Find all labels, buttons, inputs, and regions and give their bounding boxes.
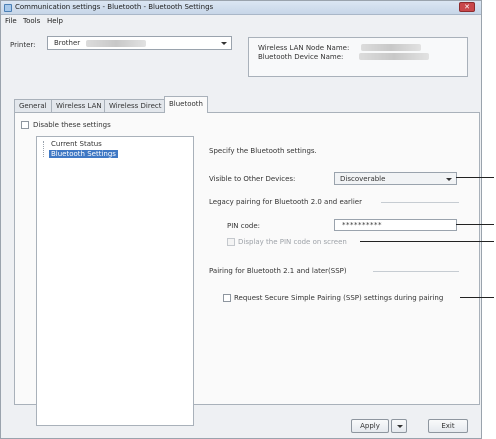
app-icon (4, 4, 12, 12)
close-button[interactable]: ✕ (459, 2, 475, 12)
callout-line-display-pin (360, 241, 494, 242)
chevron-down-icon (221, 42, 227, 45)
printer-dropdown[interactable]: Brother (47, 36, 232, 50)
printer-label: Printer: (10, 41, 36, 49)
visible-label: Visible to Other Devices: (209, 175, 296, 183)
pin-code-field[interactable]: ********** (334, 219, 457, 231)
visible-value: Discoverable (340, 175, 386, 183)
apply-button[interactable]: Apply (351, 419, 389, 433)
window-title: Communication settings - Bluetooth - Blu… (15, 3, 214, 11)
tree-item-current-status[interactable]: Current Status (49, 140, 104, 148)
title-bar[interactable]: Communication settings - Bluetooth - Blu… (1, 1, 481, 15)
device-info-box: Wireless LAN Node Name: Bluetooth Device… (248, 37, 468, 77)
menu-tools[interactable]: Tools (23, 17, 40, 25)
apply-options-button[interactable] (391, 419, 407, 433)
legacy-pairing-heading: Legacy pairing for Bluetooth 2.0 and ear… (209, 198, 362, 206)
ssp-checkbox[interactable] (223, 294, 231, 302)
tree-item-bluetooth-settings[interactable]: Bluetooth Settings (49, 150, 118, 158)
redacted-bluetooth-device-name (359, 53, 429, 60)
callout-line-pin (456, 224, 494, 225)
tab-wireless-lan[interactable]: Wireless LAN (51, 99, 107, 112)
settings-tree: Current Status Bluetooth Settings (36, 136, 194, 426)
ssp-label: Request Secure Simple Pairing (SSP) sett… (234, 294, 444, 302)
menu-bar: File Tools Help (1, 16, 481, 27)
redacted-printer-model (86, 40, 146, 47)
tab-wireless-direct[interactable]: Wireless Direct (104, 99, 167, 112)
ssp-heading: Pairing for Bluetooth 2.1 and later(SSP) (209, 267, 347, 275)
display-pin-label: Display the PIN code on screen (238, 238, 347, 246)
tree-guide-line (43, 141, 44, 157)
bluetooth-device-name-label: Bluetooth Device Name: (258, 53, 344, 61)
ssp-separator (373, 271, 459, 272)
callout-line-ssp (460, 297, 494, 298)
callout-line-visible (456, 177, 494, 178)
legacy-separator (381, 202, 459, 203)
menu-help[interactable]: Help (47, 17, 63, 25)
chevron-down-icon (397, 425, 403, 428)
wireless-lan-node-name-label: Wireless LAN Node Name: (258, 44, 350, 52)
tab-bluetooth[interactable]: Bluetooth (164, 96, 208, 113)
pin-code-value: ********** (342, 221, 382, 229)
menu-file[interactable]: File (5, 17, 17, 25)
tab-general[interactable]: General (14, 99, 52, 112)
printer-value: Brother (54, 39, 81, 47)
visible-to-devices-dropdown[interactable]: Discoverable (334, 172, 457, 185)
pin-code-label: PIN code: (227, 222, 260, 230)
settings-heading: Specify the Bluetooth settings. (209, 147, 317, 155)
chevron-down-icon (446, 178, 452, 181)
disable-settings-label: Disable these settings (33, 121, 111, 129)
disable-settings-checkbox[interactable] (21, 121, 29, 129)
exit-button[interactable]: Exit (428, 419, 468, 433)
communication-settings-window: Communication settings - Bluetooth - Blu… (0, 0, 482, 439)
redacted-lan-node-name (361, 44, 421, 51)
display-pin-checkbox[interactable] (227, 238, 235, 246)
